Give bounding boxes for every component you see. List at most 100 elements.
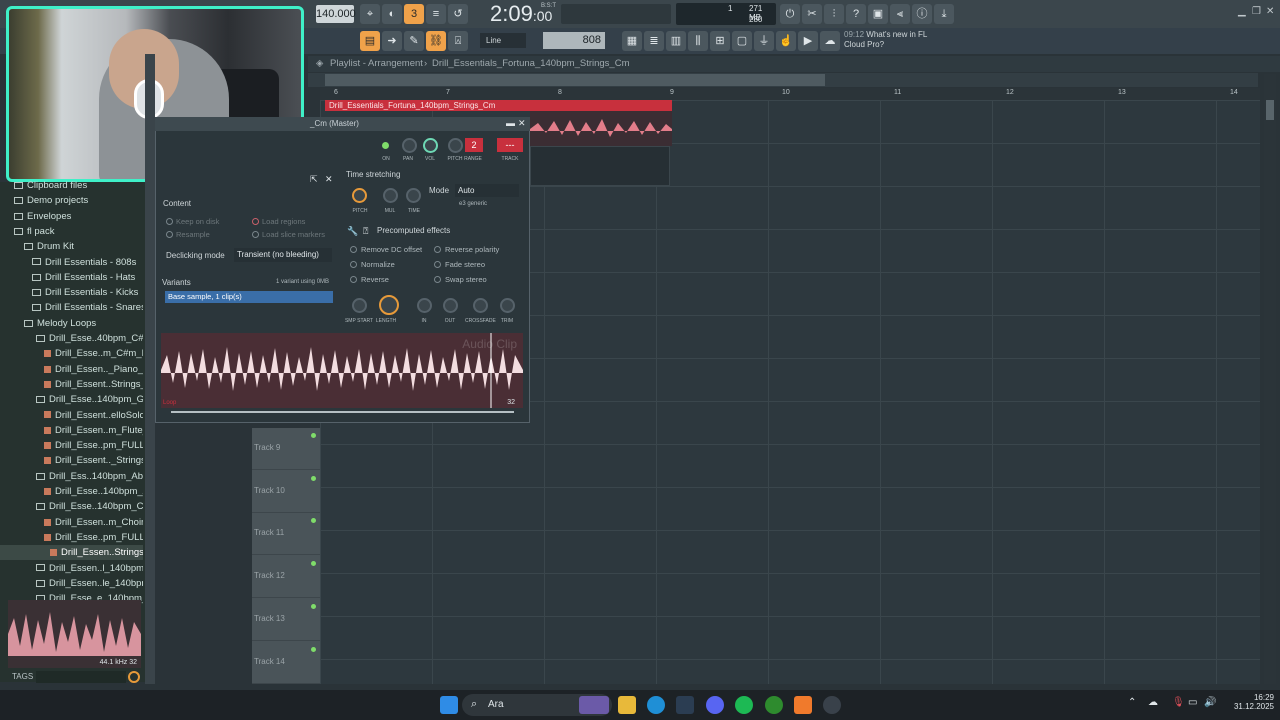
track-mute-led[interactable] xyxy=(311,433,316,438)
browser-item[interactable]: Drum Kit xyxy=(0,239,143,254)
file-explorer-icon[interactable] xyxy=(618,696,636,714)
effect-radio[interactable] xyxy=(434,276,441,283)
variant-item[interactable]: Base sample, 1 clip(s) xyxy=(165,291,333,303)
detach-icon[interactable]: ⇱ xyxy=(310,174,318,185)
mode-select[interactable]: Auto xyxy=(455,184,519,197)
plugin-icon[interactable]: ⫷ xyxy=(890,4,910,24)
playlist-pattern[interactable]: Drill_Essentials_Fortuna_140bpm_Strings_… xyxy=(432,58,629,69)
tempo-display[interactable]: 140.000 xyxy=(316,5,356,23)
channel-minimize-icon[interactable]: ▬ xyxy=(506,118,515,128)
countdown-icon[interactable]: 3 xyxy=(404,4,424,24)
ts-pitch-knob[interactable] xyxy=(352,188,367,203)
project-icon[interactable]: ▢ xyxy=(732,31,752,51)
browser-item[interactable]: Drill_Essen..m_Flute_Gm xyxy=(0,423,143,438)
vertical-scrollbar[interactable] xyxy=(1264,74,1276,684)
arrow-icon[interactable]: ➜ xyxy=(382,31,402,51)
browser-item[interactable]: Clipboard files xyxy=(0,178,143,193)
news-panel[interactable]: 09:12 What's new in FL Cloud Pro? xyxy=(844,30,944,52)
snap-select[interactable]: Line xyxy=(480,33,526,48)
load-slice-markers-radio[interactable] xyxy=(252,231,259,238)
wrench-icon[interactable]: 🔧 xyxy=(347,226,358,237)
browser-item[interactable]: Drill_Essent..Strings_C#m xyxy=(0,377,143,392)
playlist-arrow-icon[interactable]: ◈ xyxy=(316,58,323,69)
step-edit-icon[interactable]: ≡ xyxy=(426,4,446,24)
cut-icon[interactable]: ✂ xyxy=(802,4,822,24)
video-icon[interactable]: ▶ xyxy=(798,31,818,51)
volume-icon[interactable]: 🔊 xyxy=(1204,697,1216,708)
track-header[interactable]: Track 9 xyxy=(252,428,320,470)
pencil-icon[interactable]: ✎ xyxy=(404,31,424,51)
download-icon[interactable]: ⤓ xyxy=(934,4,954,24)
mic-icon[interactable]: 🎙 xyxy=(1172,697,1185,708)
settings-icon[interactable] xyxy=(823,696,841,714)
steam-icon[interactable] xyxy=(676,696,694,714)
browser-item[interactable]: Drill_Essent.._Strings_Gm xyxy=(0,453,143,468)
browser-item[interactable]: Drill Essentials - Snares xyxy=(0,300,143,315)
overview-waveform[interactable] xyxy=(171,408,514,416)
browser-item[interactable]: Drill_Essent..elloSolo_Gm xyxy=(0,408,143,423)
display-icon[interactable]: ▭ xyxy=(1188,697,1197,708)
browser-item[interactable]: Drill Essentials - Kicks xyxy=(0,285,143,300)
browser-item[interactable]: Drill_Essen..le_140bpm_E xyxy=(0,576,143,591)
resample-radio[interactable] xyxy=(166,231,173,238)
browser-item[interactable]: Drill_Essen..Strings_Cm xyxy=(0,545,143,561)
discord-icon[interactable] xyxy=(706,696,724,714)
channel-window-title[interactable]: _Cm (Master) xyxy=(155,117,530,131)
track-header[interactable]: Track 14 xyxy=(252,642,320,684)
clock[interactable]: 16:29 31.12.2025 xyxy=(1230,693,1274,711)
audio-clip-body[interactable] xyxy=(530,111,672,146)
restore-icon[interactable]: ❐ xyxy=(1252,6,1261,17)
tags-input[interactable] xyxy=(36,671,126,683)
track-mute-led[interactable] xyxy=(311,603,316,609)
browser-item[interactable]: Drill_Esse..140bpm_Gm xyxy=(0,392,143,407)
sample-waveform[interactable]: Audio Clip Loop 32 xyxy=(161,333,523,408)
pitch-knob[interactable] xyxy=(448,138,463,153)
piano-roll-icon[interactable]: ▥ xyxy=(666,31,686,51)
browser-icon[interactable]: ▦ xyxy=(622,31,642,51)
track-mute-led[interactable] xyxy=(311,646,316,652)
timeline-ruler[interactable]: 6 7 8 9 10 11 12 13 14 xyxy=(320,88,1260,100)
scroll-thumb[interactable] xyxy=(325,74,825,86)
track-header[interactable]: Track 11 xyxy=(252,513,320,556)
fx-knob[interactable] xyxy=(500,298,515,313)
load-regions-radio[interactable] xyxy=(252,218,259,225)
save-icon[interactable]: ▣ xyxy=(868,4,888,24)
edge-icon[interactable] xyxy=(647,696,665,714)
range-value[interactable]: 2 xyxy=(465,138,483,152)
fx-knob[interactable] xyxy=(417,298,432,313)
vertical-scroll-thumb[interactable] xyxy=(1266,100,1274,120)
pan-knob[interactable] xyxy=(402,138,417,153)
browser-item[interactable]: Drill_Esse..m_C#m_FULL xyxy=(0,346,143,361)
browser-item[interactable]: Drill_Esse..pm_FULL_Gm xyxy=(0,438,143,453)
metronome-icon[interactable]: ⌖ xyxy=(360,4,380,24)
browser-item[interactable]: Drill Essentials - Hats xyxy=(0,270,143,285)
browser-item[interactable]: Melody Loops xyxy=(0,316,143,331)
browser-item[interactable]: Demo projects xyxy=(0,193,143,208)
browser-item[interactable]: fl pack xyxy=(0,224,143,239)
keep-on-disk-radio[interactable] xyxy=(166,218,173,225)
browser-item[interactable]: Drill_Essen..l_140bpm_C# xyxy=(0,561,143,576)
effect-radio[interactable] xyxy=(350,276,357,283)
plugin-picker-icon[interactable]: ⊞ xyxy=(710,31,730,51)
audio-clip-header[interactable]: Drill_Essentials_Fortuna_140bpm_Strings_… xyxy=(325,100,672,111)
touch-icon[interactable]: ☝ xyxy=(776,31,796,51)
ts-mul-knob[interactable] xyxy=(383,188,398,203)
master-pitch-slider[interactable] xyxy=(561,4,671,24)
effect-radio[interactable] xyxy=(350,246,357,253)
info-icon[interactable]: ⓘ xyxy=(912,4,932,24)
browser-item[interactable]: Drill_Esse..140bpm_Cm xyxy=(0,499,143,514)
close-icon[interactable]: ✕ xyxy=(1266,6,1274,17)
ts-time-knob[interactable] xyxy=(406,188,421,203)
browser-item[interactable]: Drill_Essen.._Piano_C#m xyxy=(0,362,143,377)
power-icon[interactable]: ⏻ xyxy=(780,4,800,24)
sample-preview[interactable]: 44.1 kHz 32 xyxy=(8,600,141,668)
browser-splitter[interactable] xyxy=(145,54,155,684)
channel-rack-icon[interactable]: ≣ xyxy=(644,31,664,51)
search-highlight-icon[interactable] xyxy=(579,696,609,714)
channel-on-led[interactable] xyxy=(382,142,389,149)
browser-item[interactable]: Drill_Esse..40bpm_C#m xyxy=(0,331,143,346)
browser-item[interactable]: Envelopes xyxy=(0,209,143,224)
fx-knob[interactable] xyxy=(379,295,399,315)
browser-item[interactable]: Drill_Esse..140bpm_Abm xyxy=(0,484,143,499)
playlist-tool-icon[interactable]: ▤ xyxy=(360,31,380,51)
